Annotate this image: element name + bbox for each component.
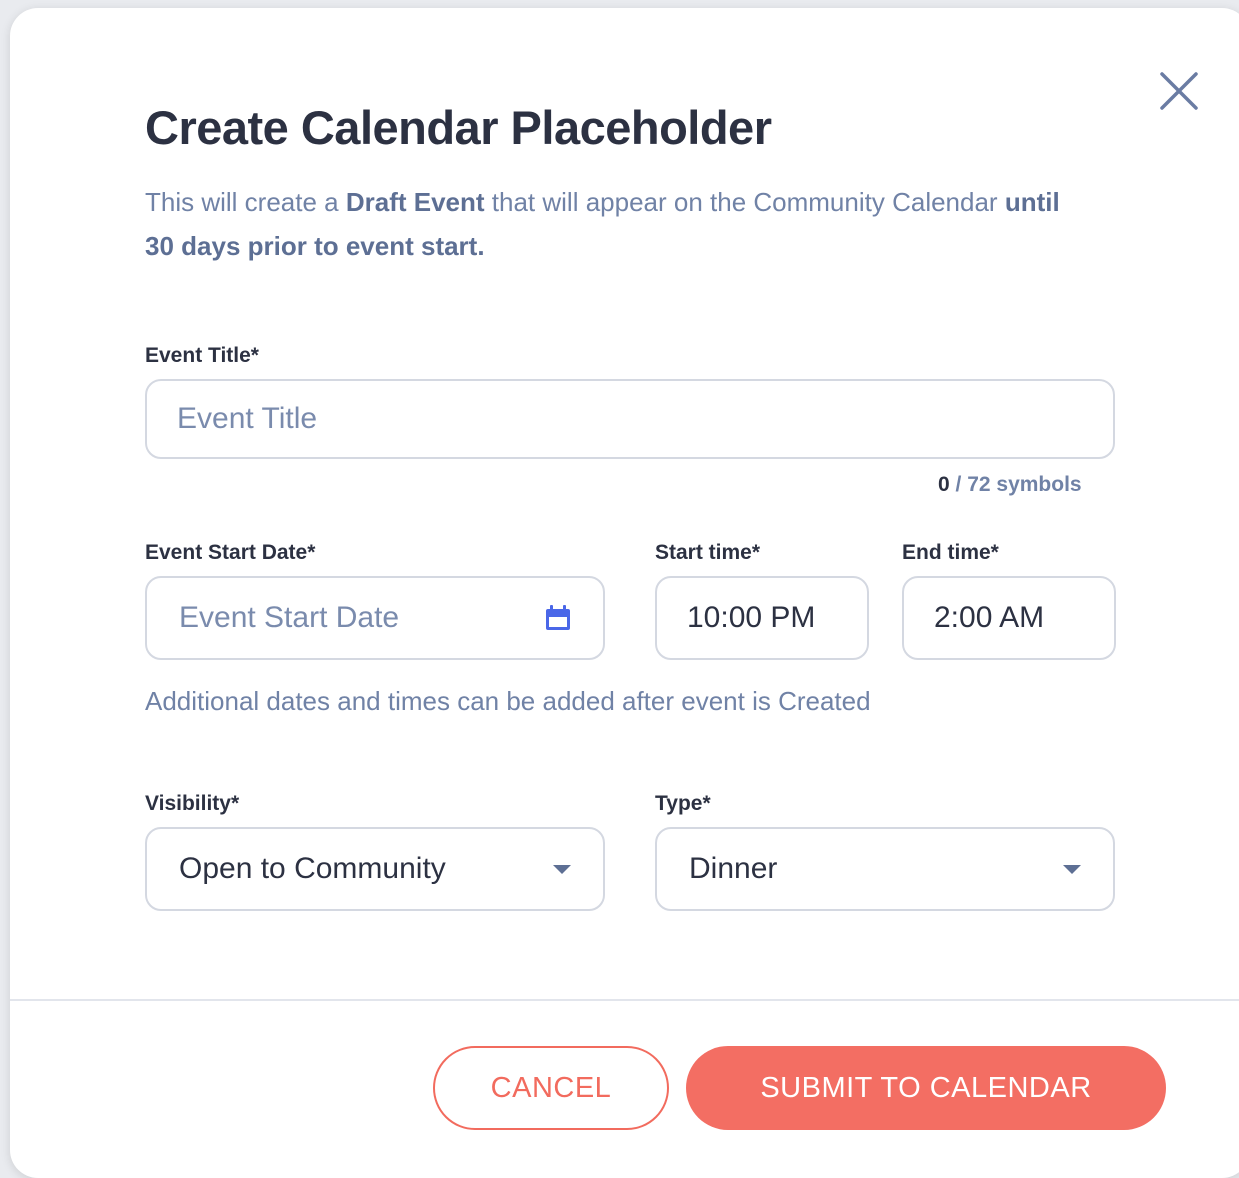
event-title-label: Event Title* bbox=[145, 344, 259, 367]
start-date-input[interactable]: Event Start Date bbox=[145, 576, 605, 660]
visibility-select[interactable]: Open to Community bbox=[145, 827, 605, 911]
character-counter: 0 / 72 symbols bbox=[938, 473, 1082, 497]
counter-separator: / bbox=[949, 473, 968, 496]
end-time-input[interactable]: 2:00 AM bbox=[902, 576, 1116, 660]
footer-divider bbox=[10, 999, 1239, 1001]
calendar-icon[interactable] bbox=[543, 603, 573, 633]
additional-dates-hint: Additional dates and times can be added … bbox=[145, 686, 871, 716]
visibility-label: Visibility* bbox=[145, 792, 240, 815]
type-select[interactable]: Dinner bbox=[655, 827, 1115, 911]
end-time-value: 2:00 AM bbox=[934, 601, 1045, 634]
modal-subtitle: This will create a Draft Event that will… bbox=[145, 180, 1065, 268]
create-placeholder-modal: Create Calendar Placeholder This will cr… bbox=[10, 8, 1239, 1178]
start-time-value: 10:00 PM bbox=[687, 601, 816, 634]
subtitle-bold-draft-event: Draft Event bbox=[345, 187, 485, 217]
end-time-label: End time* bbox=[902, 541, 999, 564]
start-time-input[interactable]: 10:00 PM bbox=[655, 576, 869, 660]
start-date-label: Event Start Date* bbox=[145, 541, 316, 564]
modal-title: Create Calendar Placeholder bbox=[145, 101, 772, 154]
event-title-placeholder: Event Title bbox=[177, 402, 318, 435]
visibility-value: Open to Community bbox=[179, 852, 446, 885]
chevron-down-icon bbox=[553, 865, 571, 874]
counter-current: 0 bbox=[938, 473, 950, 496]
chevron-down-icon bbox=[1063, 865, 1081, 874]
close-icon[interactable] bbox=[1154, 66, 1204, 116]
subtitle-text-2: that will appear on the Community Calend… bbox=[484, 187, 1005, 217]
type-value: Dinner bbox=[689, 852, 778, 885]
start-time-label: Start time* bbox=[655, 541, 761, 564]
submit-to-calendar-button[interactable]: SUBMIT TO CALENDAR bbox=[686, 1046, 1166, 1130]
counter-max: 72 symbols bbox=[967, 473, 1082, 496]
cancel-button[interactable]: CANCEL bbox=[433, 1046, 669, 1130]
subtitle-text-1: This will create a bbox=[145, 187, 346, 217]
event-title-input[interactable]: Event Title bbox=[145, 379, 1115, 459]
start-date-placeholder: Event Start Date bbox=[179, 601, 400, 634]
type-label: Type* bbox=[655, 792, 711, 815]
